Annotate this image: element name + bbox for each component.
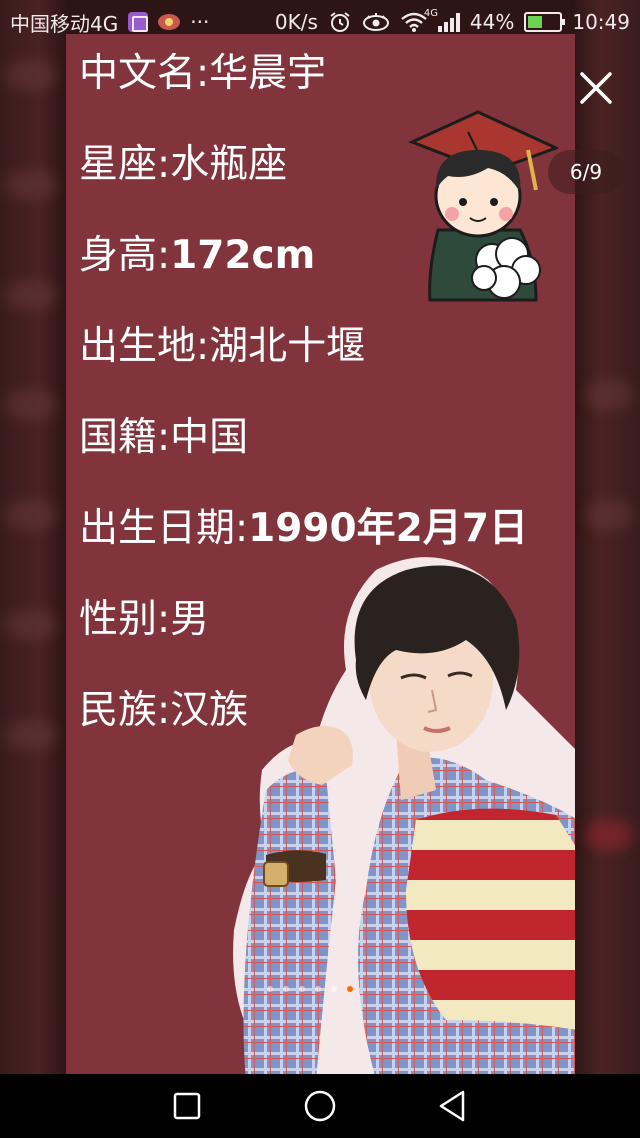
carrier-label: 中国移动4G <box>10 11 119 36</box>
clock: 10:49 <box>572 10 630 34</box>
info-value: 湖北十堰 <box>209 324 366 369</box>
page-dot <box>283 986 289 992</box>
image-card[interactable]: 中文名:华晨宇 星座:水瓶座 身高:172cm 出生地:湖北十堰 国籍:中国 出… <box>66 34 575 1074</box>
page-dot <box>331 986 337 992</box>
page-dot-active <box>347 986 353 992</box>
close-icon <box>580 72 612 104</box>
cell-signal-icon: 4G <box>424 8 460 32</box>
person-photo <box>233 557 575 1074</box>
info-label: 性别: <box>79 597 171 642</box>
image-counter: 6/9 <box>548 150 624 194</box>
info-label: 中文名: <box>79 51 210 96</box>
recent-apps-button[interactable] <box>165 1084 209 1128</box>
info-value: 华晨宇 <box>209 51 327 96</box>
network-type: 4G <box>423 8 439 19</box>
info-label: 国籍: <box>79 415 171 460</box>
info-label: 身高: <box>79 233 171 278</box>
battery-icon <box>524 12 566 32</box>
battery-percent: 44% <box>469 10 515 34</box>
screen: 中国移动4G ··· 0K/s 4G 44% 10:49 中文名:华晨宇 星座:… <box>0 0 640 1138</box>
weibo-notification-icon <box>158 14 181 30</box>
info-value: 172cm <box>170 233 316 278</box>
info-value: 男 <box>170 597 210 642</box>
more-notifications-dots: ··· <box>190 10 210 34</box>
info-label: 出生日期: <box>79 506 249 551</box>
home-button[interactable] <box>298 1084 342 1128</box>
status-bar: 中国移动4G ··· 0K/s 4G 44% 10:49 <box>0 0 640 44</box>
info-row-birthplace: 出生地:湖北十堰 <box>79 321 528 412</box>
page-dot <box>299 986 305 992</box>
alarm-icon <box>330 12 350 32</box>
page-indicator <box>267 986 353 992</box>
gallery-notification-icon <box>128 12 149 32</box>
info-value: 水瓶座 <box>170 142 288 187</box>
eye-icon <box>362 13 389 31</box>
info-value: 1990年2月7日 <box>248 506 528 551</box>
circle-nav-icon <box>304 1090 336 1122</box>
page-dot <box>315 986 321 992</box>
triangle-back-icon <box>440 1090 465 1122</box>
network-speed: 0K/s <box>274 10 318 34</box>
close-button[interactable] <box>574 66 618 110</box>
info-row-nationality: 国籍:中国 <box>79 412 528 503</box>
info-label: 民族: <box>79 688 171 733</box>
info-value: 中国 <box>170 415 249 460</box>
navigation-bar <box>0 1074 640 1138</box>
page-dot <box>267 986 273 992</box>
info-label: 出生地: <box>79 324 210 369</box>
square-nav-icon <box>173 1092 200 1120</box>
info-label: 星座: <box>79 142 171 187</box>
cartoon-boy-sticker <box>408 110 558 302</box>
back-button[interactable] <box>431 1084 475 1128</box>
